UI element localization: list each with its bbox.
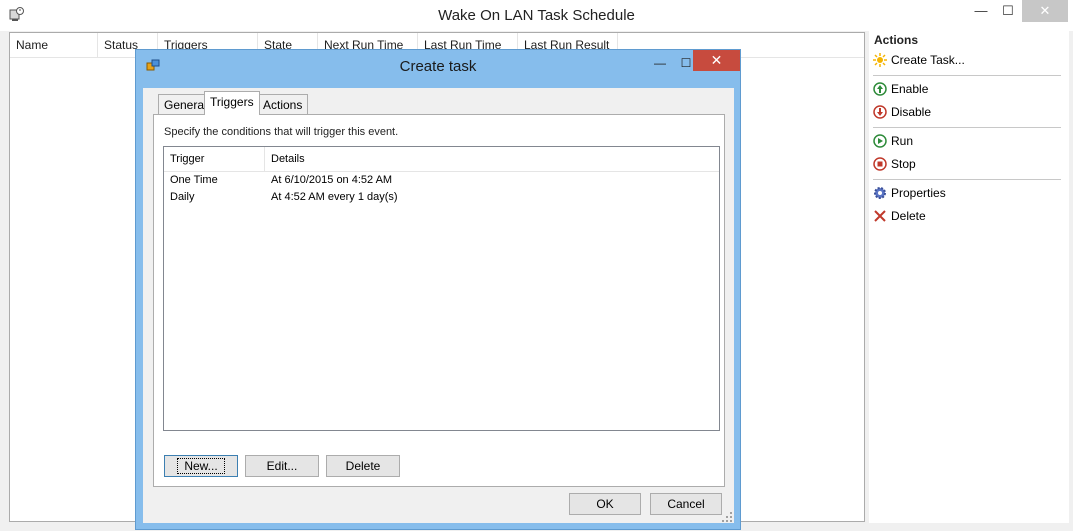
actions-separator: [873, 75, 1061, 76]
properties-action[interactable]: Properties: [873, 183, 946, 203]
actions-title: Actions: [874, 33, 919, 47]
edit-trigger-button[interactable]: Edit...: [245, 455, 319, 477]
details-cell: At 4:52 AM every 1 day(s): [271, 191, 398, 203]
triggers-grid[interactable]: Trigger Details One Time At 6/10/2015 on…: [163, 146, 720, 431]
new-trigger-label: New...: [177, 458, 225, 474]
resize-grip-icon[interactable]: [722, 511, 732, 522]
down-arrow-icon: [873, 105, 887, 119]
create-task-label: Create Task...: [891, 53, 965, 67]
delete-label: Delete: [891, 209, 926, 223]
trigger-cell: Daily: [170, 191, 195, 203]
delete-trigger-button[interactable]: Delete: [326, 455, 400, 477]
column-details[interactable]: Details: [265, 147, 720, 171]
triggers-tab-panel: Specify the conditions that will trigger…: [153, 114, 725, 487]
maximize-button[interactable]: ☐: [995, 0, 1021, 22]
up-arrow-icon: [873, 82, 887, 96]
window-title: Wake On LAN Task Schedule: [438, 7, 635, 24]
sun-icon: [873, 53, 887, 67]
cancel-button[interactable]: Cancel: [650, 493, 722, 515]
tab-actions[interactable]: Actions: [257, 94, 309, 114]
details-cell: At 6/10/2015 on 4:52 AM: [271, 174, 393, 186]
dialog-client-area: General Triggers Actions Specify the con…: [143, 88, 734, 523]
triggers-description: Specify the conditions that will trigger…: [164, 126, 399, 138]
disable-action[interactable]: Disable: [873, 102, 931, 122]
column-trigger[interactable]: Trigger: [164, 147, 265, 171]
run-action[interactable]: Run: [873, 131, 913, 151]
gear-icon: [873, 186, 887, 200]
ok-button[interactable]: OK: [569, 493, 641, 515]
new-trigger-button[interactable]: New...: [164, 455, 238, 477]
close-button[interactable]: ✕: [1022, 0, 1068, 22]
stop-label: Stop: [891, 157, 916, 171]
enable-action[interactable]: Enable: [873, 79, 928, 99]
disable-label: Disable: [891, 105, 932, 119]
stop-action[interactable]: Stop: [873, 154, 916, 174]
stop-icon: [873, 157, 887, 171]
triggers-grid-header: Trigger Details: [164, 147, 719, 172]
enable-label: Enable: [891, 82, 929, 96]
tab-triggers[interactable]: Triggers: [204, 91, 260, 115]
table-row[interactable]: One Time At 6/10/2015 on 4:52 AM: [164, 172, 719, 189]
column-name[interactable]: Name: [10, 33, 98, 57]
delete-x-icon: [873, 209, 887, 223]
dialog-close-button[interactable]: ✕: [693, 50, 740, 71]
dialog-minimize-button[interactable]: —: [647, 53, 673, 73]
actions-separator: [873, 179, 1061, 180]
minimize-button[interactable]: —: [968, 0, 994, 22]
table-row[interactable]: Daily At 4:52 AM every 1 day(s): [164, 189, 719, 206]
trigger-cell: One Time: [170, 174, 218, 186]
main-titlebar: Wake On LAN Task Schedule — ☐ ✕: [0, 0, 1073, 31]
play-icon: [873, 134, 887, 148]
properties-label: Properties: [891, 186, 946, 200]
create-task-action[interactable]: Create Task...: [873, 50, 965, 70]
actions-pane: Actions Create Task... Enable Disable Ru…: [869, 31, 1069, 523]
delete-action[interactable]: Delete: [873, 206, 926, 226]
create-task-dialog: Create task — ☐ ✕ General Triggers Actio…: [135, 49, 741, 530]
run-label: Run: [891, 134, 914, 148]
actions-separator: [873, 127, 1061, 128]
